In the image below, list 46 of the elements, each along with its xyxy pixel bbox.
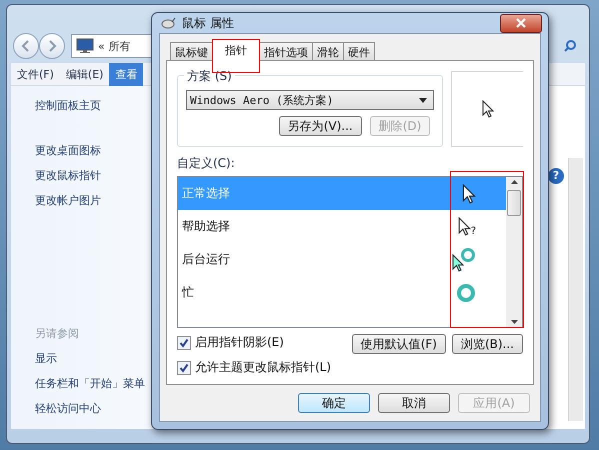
mouse-icon [160, 17, 176, 29]
checkbox-box[interactable] [177, 360, 191, 374]
cursor-list-item[interactable]: 帮助选择 ? [178, 210, 506, 243]
help-icon[interactable]: ? [548, 168, 564, 184]
tab[interactable]: 硬件 [343, 42, 375, 61]
scroll-thumb[interactable] [507, 190, 521, 216]
see-also-heading: 另请参阅 [35, 326, 80, 341]
list-button[interactable]: 使用默认值(F) [352, 334, 446, 354]
scrollbar[interactable] [568, 158, 583, 421]
scroll-up-icon[interactable] [510, 180, 518, 184]
list-button[interactable]: 浏览(B)... [452, 334, 523, 354]
search-icon[interactable] [563, 39, 577, 53]
monitor-icon [76, 38, 94, 54]
dropdown-arrow-icon [419, 98, 428, 102]
busy-ring-icon [456, 282, 476, 302]
back-button[interactable] [13, 33, 39, 59]
checkbox[interactable]: 启用指针阴影(E) [177, 334, 332, 351]
tab[interactable]: 指针 [212, 39, 260, 61]
breadcrumb-chevron: « [98, 40, 105, 52]
window-title: 鼠标 属性 [182, 14, 234, 32]
close-icon [515, 18, 527, 28]
arrow-cursor-icon [462, 184, 476, 204]
dialog-button[interactable]: 取消 [378, 393, 450, 413]
working-cursor-icon [452, 246, 476, 272]
cursor-list-item[interactable]: 后台运行 [178, 243, 506, 276]
scheme-dropdown[interactable]: Windows Aero (系统方案) [186, 90, 434, 110]
help-cursor-icon [458, 216, 471, 236]
menu-item[interactable]: 文件(F) [11, 62, 60, 86]
scheme-button[interactable]: 另存为(V)... [278, 116, 362, 136]
forward-button[interactable] [39, 33, 65, 59]
checkbox-box[interactable] [177, 336, 191, 350]
arrow-cursor-icon [482, 100, 494, 118]
cursor-list-item[interactable]: 忙 [178, 276, 506, 309]
tab[interactable]: 滑轮 [312, 42, 344, 61]
address-text: 所有 [108, 38, 131, 54]
tab[interactable]: 指针选项 [259, 42, 313, 61]
dialog-button[interactable]: 确定 [298, 393, 370, 413]
customize-label: 自定义(C): [177, 155, 236, 172]
checkbox[interactable]: 允许主题更改鼠标指针(L) [177, 359, 332, 376]
tab[interactable]: 鼠标键 [170, 42, 213, 61]
scrollbar[interactable] [506, 177, 522, 327]
menu-item[interactable]: 编辑(E) [60, 62, 110, 86]
scroll-down-icon[interactable] [510, 320, 518, 324]
close-button[interactable] [500, 14, 542, 32]
menu-item[interactable]: 查看 [109, 62, 144, 86]
question-mark: ? [470, 226, 476, 236]
